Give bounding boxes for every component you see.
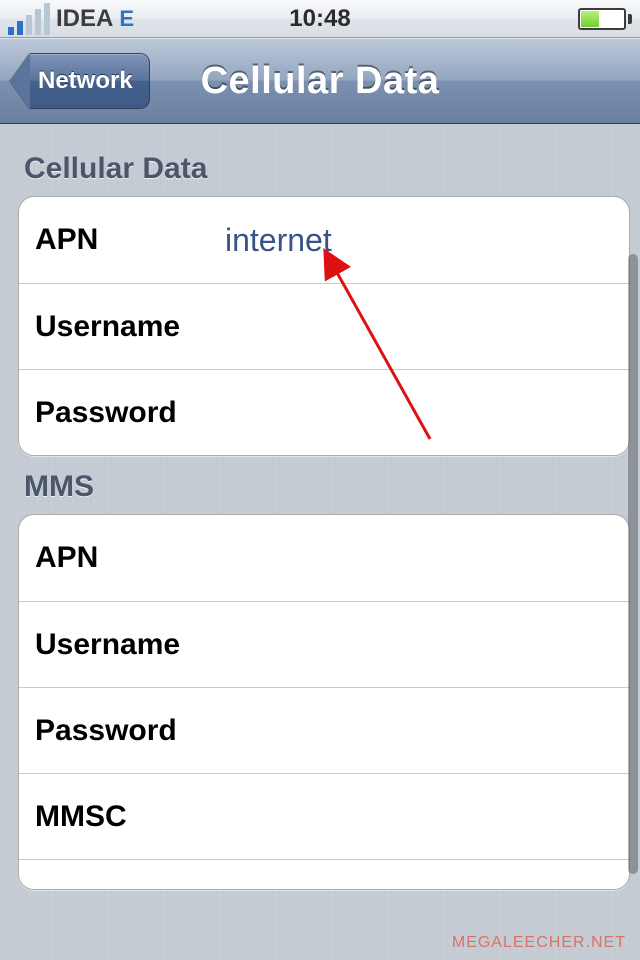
mms-apn-input[interactable] — [225, 540, 630, 577]
battery-icon — [578, 8, 632, 30]
group-mms: APN Username Password MMSC — [18, 514, 630, 890]
apn-input[interactable] — [225, 222, 630, 259]
row-cellular-apn[interactable]: APN — [19, 197, 629, 283]
chevron-left-icon — [10, 53, 30, 109]
row-label — [35, 865, 225, 885]
network-type-badge: E — [119, 6, 134, 32]
back-button[interactable]: Network — [10, 53, 150, 109]
row-mms-cutoff[interactable] — [19, 859, 629, 889]
row-mms-username[interactable]: Username — [19, 601, 629, 687]
status-left: IDEA E — [8, 3, 134, 35]
section-header-cellular: Cellular Data — [24, 152, 624, 186]
row-mms-mmsc[interactable]: MMSC — [19, 773, 629, 859]
username-input[interactable] — [225, 308, 630, 345]
row-label: Username — [35, 628, 225, 662]
navigation-bar: Network Cellular Data — [0, 38, 640, 124]
scrollbar-icon[interactable] — [628, 254, 638, 874]
row-label: MMSC — [35, 800, 225, 834]
row-cellular-password[interactable]: Password — [19, 369, 629, 455]
row-mms-apn[interactable]: APN — [19, 515, 629, 601]
clock-label: 10:48 — [289, 5, 350, 33]
page-title: Cellular Data — [201, 60, 440, 103]
watermark-label: MEGALEECHER.NET — [452, 934, 626, 952]
row-label: APN — [35, 223, 225, 257]
status-bar: IDEA E 10:48 — [0, 0, 640, 38]
carrier-label: IDEA — [56, 5, 113, 33]
password-input[interactable] — [225, 394, 630, 431]
mms-password-input[interactable] — [225, 712, 630, 749]
settings-scroll-view[interactable]: Cellular Data APN Username Password MMS … — [0, 124, 640, 960]
back-button-label: Network — [38, 67, 133, 95]
mms-username-input[interactable] — [225, 626, 630, 663]
signal-strength-icon — [8, 3, 50, 35]
group-cellular: APN Username Password — [18, 196, 630, 456]
row-label: Password — [35, 714, 225, 748]
row-cellular-username[interactable]: Username — [19, 283, 629, 369]
row-label: Password — [35, 396, 225, 430]
mmsc-input[interactable] — [225, 798, 630, 835]
row-label: Username — [35, 310, 225, 344]
row-mms-password[interactable]: Password — [19, 687, 629, 773]
row-label: APN — [35, 541, 225, 575]
section-header-mms: MMS — [24, 470, 624, 504]
